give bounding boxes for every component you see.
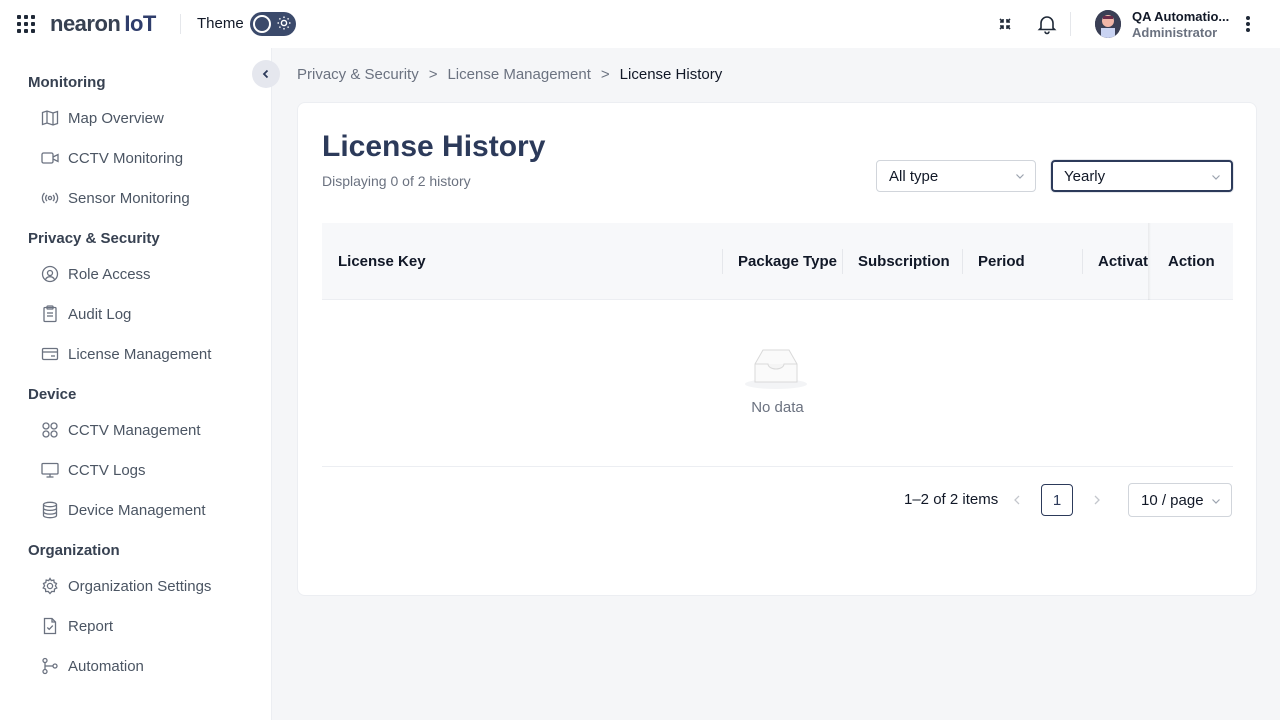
chevron-down-icon xyxy=(1212,499,1220,504)
sidebar-item-cctv-management[interactable]: CCTV Management xyxy=(40,416,201,444)
breadcrumb-privacy-security[interactable]: Privacy & Security xyxy=(297,66,419,83)
page-subtitle: Displaying 0 of 2 history xyxy=(322,173,471,189)
period-filter-value: Yearly xyxy=(1064,168,1106,185)
period-filter-select[interactable]: Yearly xyxy=(1051,160,1233,192)
theme-toggle[interactable] xyxy=(250,12,296,36)
sidebar-item-label: Map Overview xyxy=(68,109,164,127)
theme-label: Theme xyxy=(197,15,244,32)
col-period[interactable]: Period xyxy=(962,223,1082,300)
col-package-type[interactable]: Package Type xyxy=(722,223,842,300)
toggle-knob xyxy=(253,15,271,33)
sidebar-item-label: Role Access xyxy=(68,265,151,283)
sidebar-item-report[interactable]: Report xyxy=(40,612,113,640)
breadcrumb-separator: > xyxy=(600,66,610,83)
monitor-icon xyxy=(40,460,60,480)
header-divider xyxy=(180,14,181,34)
col-activation[interactable]: Activati xyxy=(1082,223,1149,300)
breadcrumb-separator: > xyxy=(428,66,438,83)
header-divider-right xyxy=(1070,12,1071,36)
prev-page-button[interactable] xyxy=(1012,491,1026,509)
sidebar-item-label: Organization Settings xyxy=(68,577,212,595)
type-filter-select[interactable]: All type xyxy=(876,160,1036,192)
col-subscription[interactable]: Subscription xyxy=(842,223,962,300)
pagination-total: 1–2 of 2 items xyxy=(904,491,999,508)
card-icon xyxy=(40,344,60,364)
table-header: License Key Package Type Subscription Pe… xyxy=(322,223,1233,300)
section-device: Device xyxy=(28,386,77,403)
sidebar: Monitoring Map Overview CCTV Monitoring … xyxy=(0,48,272,720)
sidebar-item-map-overview[interactable]: Map Overview xyxy=(40,104,164,132)
sidebar-item-cctv-logs[interactable]: CCTV Logs xyxy=(40,456,146,484)
sidebar-item-label: Device Management xyxy=(68,501,206,519)
fixed-column-shadow xyxy=(1148,223,1151,300)
chevron-down-icon xyxy=(1212,175,1220,180)
page-size-select[interactable]: 10 / page xyxy=(1128,483,1232,517)
empty-state: No data xyxy=(322,301,1233,467)
empty-text: No data xyxy=(751,399,804,416)
bell-icon[interactable] xyxy=(1035,12,1059,36)
sidebar-item-label: Automation xyxy=(68,657,144,675)
logo-suffix: IoT xyxy=(124,11,156,36)
license-history-table: License Key Package Type Subscription Pe… xyxy=(322,223,1233,533)
top-header: nearon IoT Theme QA Automatio... Adminis… xyxy=(0,0,1280,48)
page-title: License History xyxy=(322,130,546,163)
license-history-card: License History Displaying 0 of 2 histor… xyxy=(297,102,1257,596)
app-logo[interactable]: nearon IoT xyxy=(50,11,156,37)
next-page-button[interactable] xyxy=(1092,491,1106,509)
sidebar-item-automation[interactable]: Automation xyxy=(40,652,144,680)
user-name[interactable]: QA Automatio... xyxy=(1132,9,1229,24)
chevron-right-icon xyxy=(1094,495,1100,505)
section-privacy-security: Privacy & Security xyxy=(28,230,160,247)
avatar[interactable] xyxy=(1095,10,1121,38)
chevron-down-icon xyxy=(1016,174,1024,179)
sidebar-item-label: License Management xyxy=(68,345,212,363)
sidebar-item-license-management[interactable]: License Management xyxy=(40,340,211,368)
database-icon xyxy=(40,500,60,520)
sidebar-item-label: CCTV Logs xyxy=(68,461,146,479)
video-icon xyxy=(40,148,60,168)
pagination: 1–2 of 2 items 1 10 / page xyxy=(322,467,1233,533)
clipboard-icon xyxy=(40,304,60,324)
breadcrumb-current: License History xyxy=(619,66,723,83)
role-icon xyxy=(40,264,60,284)
fullscreen-exit-icon[interactable] xyxy=(993,12,1017,36)
map-icon xyxy=(40,108,60,128)
page-1-button[interactable]: 1 xyxy=(1041,484,1073,516)
sidebar-item-role-access[interactable]: Role Access xyxy=(40,260,151,288)
more-vertical-icon[interactable] xyxy=(1240,12,1256,36)
sidebar-item-label: Report xyxy=(68,617,114,635)
grid-icon xyxy=(40,420,60,440)
sun-icon xyxy=(277,16,291,30)
sidebar-item-label: Audit Log xyxy=(68,305,132,323)
page-size-value: 10 / page xyxy=(1141,492,1204,509)
empty-inbox-icon xyxy=(745,349,807,389)
section-monitoring: Monitoring xyxy=(28,74,106,91)
col-license-key[interactable]: License Key xyxy=(322,223,722,300)
breadcrumb-license-management[interactable]: License Management xyxy=(447,66,590,83)
section-organization: Organization xyxy=(28,542,120,559)
gear-icon xyxy=(40,576,60,596)
sidebar-collapse-button[interactable] xyxy=(252,60,280,88)
user-role: Administrator xyxy=(1132,25,1218,40)
file-check-icon xyxy=(40,616,60,636)
broadcast-icon xyxy=(40,188,60,208)
flow-icon xyxy=(40,656,60,676)
type-filter-value: All type xyxy=(889,168,939,185)
sidebar-item-audit-log[interactable]: Audit Log xyxy=(40,300,131,328)
col-action: Action xyxy=(1168,252,1215,270)
sidebar-item-sensor-monitoring[interactable]: Sensor Monitoring xyxy=(40,184,190,212)
apps-grid-icon[interactable] xyxy=(16,14,36,34)
sidebar-item-organization-settings[interactable]: Organization Settings xyxy=(40,572,211,600)
sidebar-item-label: CCTV Monitoring xyxy=(68,149,184,167)
breadcrumb: Privacy & Security > License Management … xyxy=(297,66,722,83)
logo-text: nearon xyxy=(50,11,121,36)
sidebar-item-cctv-monitoring[interactable]: CCTV Monitoring xyxy=(40,144,183,172)
chevron-left-icon xyxy=(262,69,269,79)
chevron-left-icon xyxy=(1014,495,1020,505)
sidebar-item-device-management[interactable]: Device Management xyxy=(40,496,206,524)
sidebar-item-label: CCTV Management xyxy=(68,421,201,439)
sidebar-item-label: Sensor Monitoring xyxy=(68,189,190,207)
